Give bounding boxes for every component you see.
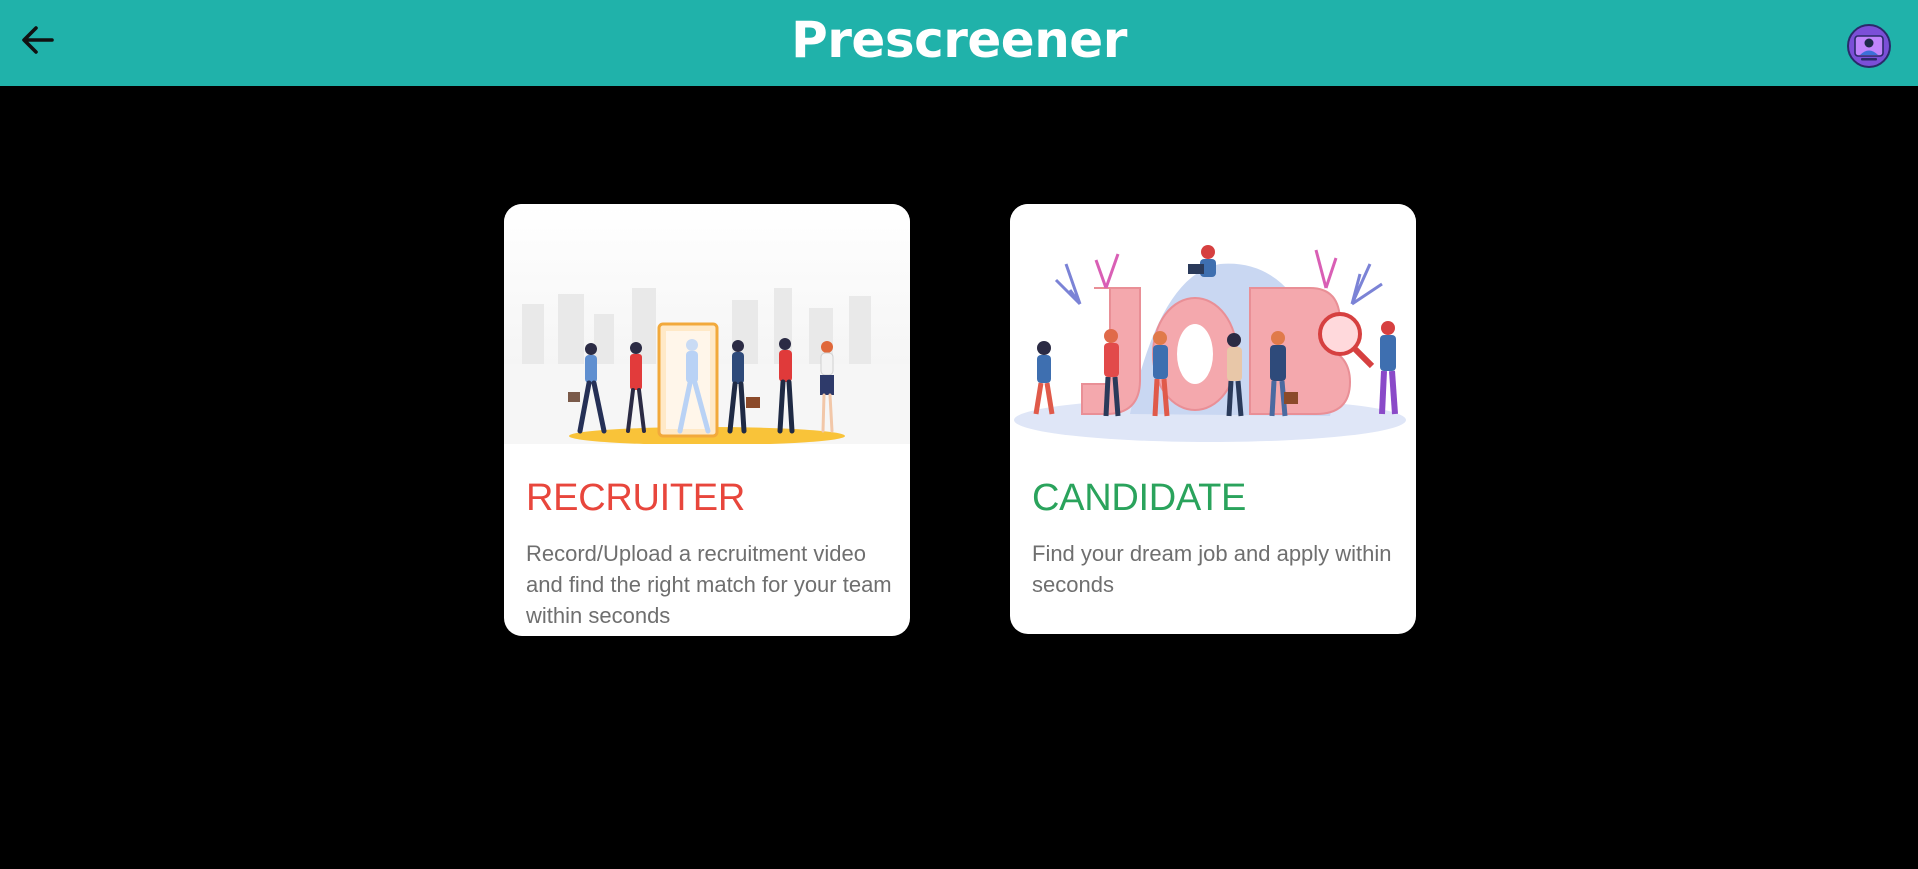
recruiter-description: Record/Upload a recruitment video and fi… — [526, 541, 892, 628]
candidate-title: CANDIDATE — [1032, 477, 1247, 519]
top-app-bar: Prescreener — [0, 0, 1918, 86]
user-avatar-button[interactable] — [1847, 24, 1891, 68]
recruitment-team-illustration — [504, 204, 910, 444]
recruiter-card[interactable]: RECRUITER Record/Upload a recruitment vi… — [504, 204, 910, 636]
job-search-illustration — [1010, 204, 1416, 444]
candidate-description: Find your dream job and apply within sec… — [1032, 541, 1392, 597]
page-title: Prescreener — [791, 11, 1127, 69]
user-avatar-icon — [1847, 24, 1891, 68]
candidate-card[interactable]: CANDIDATE Find your dream job and apply … — [1010, 204, 1416, 634]
recruiter-title: RECRUITER — [526, 477, 745, 519]
